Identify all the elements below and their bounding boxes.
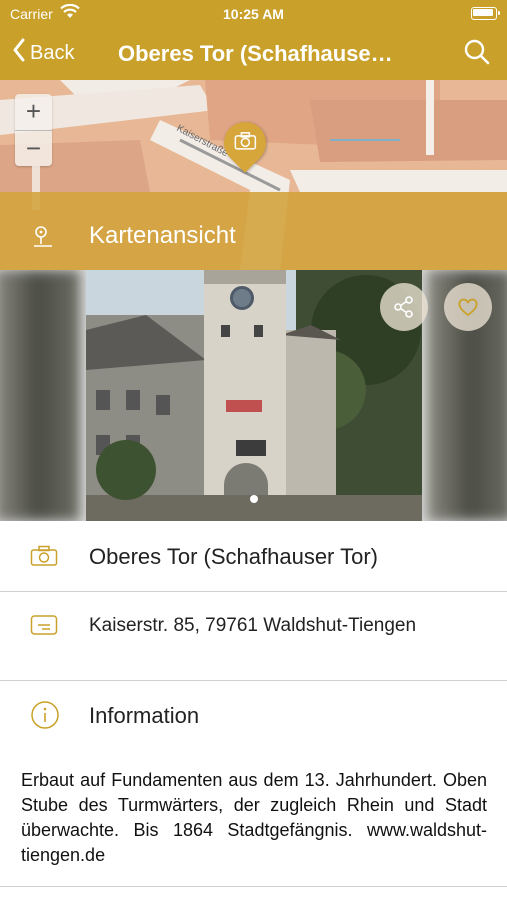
- place-name: Oberes Tor (Schafhauser Tor): [89, 544, 378, 569]
- name-row: Oberes Tor (Schafhauser Tor): [0, 521, 507, 591]
- page-title: Oberes Tor (Schafhauser Tor): [118, 41, 398, 66]
- search-icon[interactable]: [463, 38, 491, 71]
- zoom-in-button[interactable]: +: [15, 94, 52, 130]
- favorite-button[interactable]: [444, 283, 492, 331]
- location-pin-icon: [30, 224, 56, 255]
- navigation-bar: Back Oberes Tor (Schafhauser Tor): [0, 30, 507, 76]
- battery-icon: [471, 7, 500, 20]
- map-preview[interactable]: Kaiserstraße + − Kartenansicht: [0, 80, 507, 270]
- zoom-control: + −: [15, 94, 52, 166]
- gate-tower-photo: [86, 270, 422, 521]
- info-row: Information: [0, 681, 507, 751]
- map-view-label: Kartenansicht: [89, 222, 236, 249]
- map-view-bar[interactable]: [0, 192, 507, 270]
- divider: [0, 886, 507, 887]
- description-text: Erbaut auf Fundamenten aus dem 13. Jahrh…: [21, 770, 487, 865]
- previous-photo-preview: [0, 270, 80, 521]
- camera-icon: [30, 545, 58, 572]
- camera-icon: [233, 131, 257, 156]
- chevron-left-icon: [12, 38, 26, 68]
- photo-gallery[interactable]: [0, 270, 507, 521]
- top-bar: Carrier 10:25 AM Back Oberes Tor (Schafh…: [0, 0, 507, 80]
- info-heading: Information: [89, 703, 200, 728]
- zoom-out-button[interactable]: −: [15, 130, 52, 167]
- status-time: 10:25 AM: [223, 6, 284, 22]
- address-row[interactable]: Kaiserstr. 85, 79761 Waldshut-Tiengen: [0, 592, 507, 680]
- info-icon: [30, 700, 60, 735]
- address-card-icon: [30, 614, 58, 641]
- address-text: Kaiserstr. 85, 79761 Waldshut-Tiengen: [89, 615, 417, 636]
- back-label: Back: [30, 41, 75, 64]
- back-button[interactable]: Back: [12, 38, 74, 68]
- page-indicator-dot: [250, 495, 258, 503]
- share-button[interactable]: [380, 283, 428, 331]
- status-bar: Carrier 10:25 AM: [0, 0, 507, 28]
